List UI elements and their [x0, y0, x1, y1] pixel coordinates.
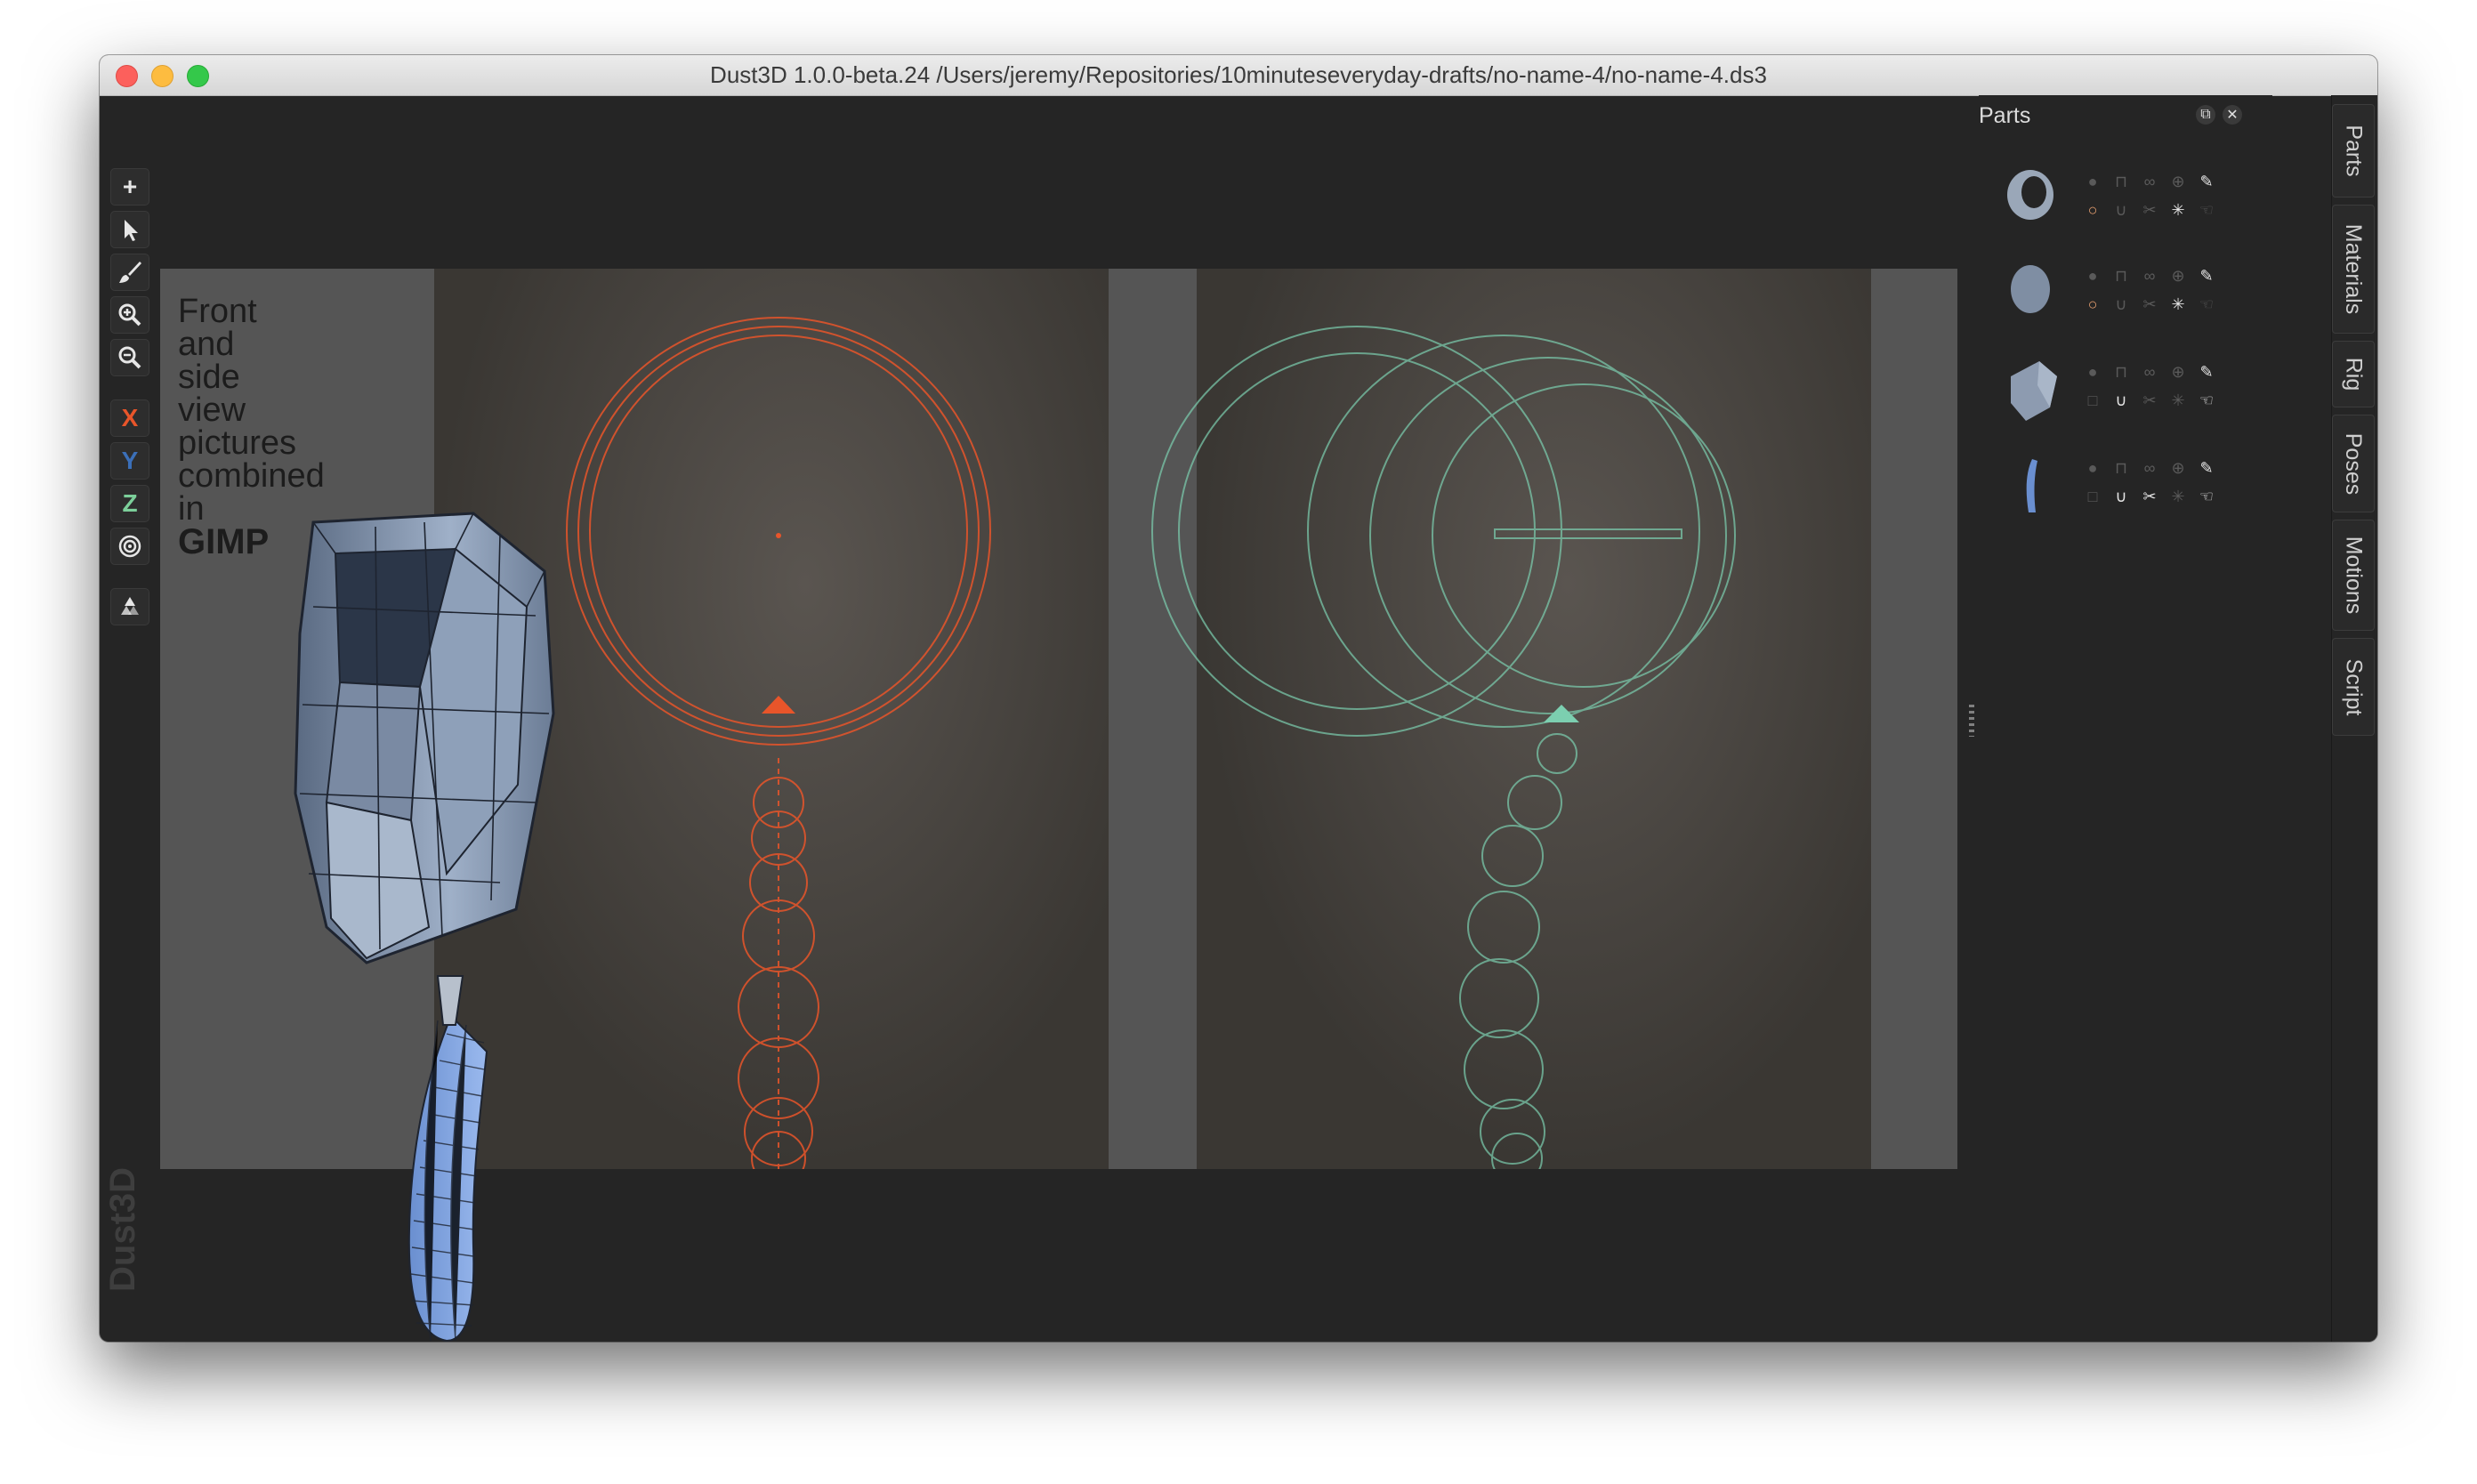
radial-icon	[118, 535, 141, 558]
select-tool-button[interactable]	[110, 211, 149, 248]
x-axis-icon: X	[121, 404, 139, 431]
visibility-eye-icon[interactable]: ●	[2084, 173, 2102, 190]
z-axis-icon: Z	[122, 489, 138, 517]
scissors-icon[interactable]: ✂	[2141, 201, 2158, 219]
handle-part-thumbnail	[2026, 459, 2037, 512]
tab-rig[interactable]: Rig	[2332, 341, 2375, 407]
close-icon: ✕	[2226, 108, 2239, 123]
circle-outline-icon[interactable]: ○	[2084, 201, 2102, 219]
disk-part-thumbnail	[2011, 265, 2050, 313]
side-view-nodes	[1151, 326, 1736, 1169]
visibility-eye-icon[interactable]: ●	[2084, 267, 2102, 285]
float-icon: ⧉	[2200, 107, 2211, 122]
lock-icon[interactable]: ⊓	[2112, 363, 2130, 381]
magnet-icon[interactable]: ∪	[2112, 201, 2130, 219]
radial-mirror-button[interactable]	[110, 528, 149, 565]
color-picker-icon[interactable]: ✎	[2198, 173, 2215, 190]
mirror-icon[interactable]: ⊕	[2169, 459, 2187, 477]
tab-motions[interactable]: Motions	[2332, 520, 2375, 631]
visibility-eye-icon[interactable]: ●	[2084, 459, 2102, 477]
pointer-icon	[125, 220, 138, 241]
visibility-eye-icon[interactable]: ●	[2084, 363, 2102, 381]
lock-icon[interactable]: ⊓	[2112, 173, 2130, 190]
window-title: Dust3D 1.0.0-beta.24 /Users/jeremy/Repos…	[710, 61, 1767, 88]
tab-label: Rig	[2341, 357, 2367, 391]
subdivide-icon[interactable]: ✳	[2169, 391, 2187, 409]
app-window: Dust3D 1.0.0-beta.24 /Users/jeremy/Repos…	[100, 55, 2377, 1342]
panel-splitter[interactable]	[1969, 705, 1974, 737]
subdivide-icon[interactable]: ✳	[2169, 295, 2187, 313]
zoom-in-icon	[118, 303, 141, 327]
color-picker-icon[interactable]: ✎	[2198, 363, 2215, 381]
scissors-icon[interactable]: ✂	[2141, 295, 2158, 313]
lock-icon[interactable]: ⊓	[2112, 459, 2130, 477]
tab-label: Parts	[2341, 125, 2367, 177]
link-icon[interactable]: ∞	[2141, 173, 2158, 190]
square-outline-icon[interactable]: □	[2084, 391, 2102, 409]
square-outline-icon[interactable]: □	[2084, 488, 2102, 505]
tab-label: Motions	[2341, 536, 2367, 615]
tab-materials[interactable]: Materials	[2332, 205, 2375, 334]
side-tab-bar: Parts Materials Rig Poses Motions Script	[2331, 95, 2377, 1342]
part-item[interactable]: ● ⊓ ∞ ⊕ ✎ □ ∪ ✂ ✳ ☜	[1986, 345, 2271, 434]
color-picker-icon[interactable]: ✎	[2198, 459, 2215, 477]
float-panel-button[interactable]: ⧉	[2196, 105, 2215, 125]
tab-label: Materials	[2341, 223, 2367, 315]
part-item[interactable]: ● ⊓ ∞ ⊕ ✎ ○ ∪ ✂ ✳ ☜	[1986, 155, 2271, 244]
mirror-icon[interactable]: ⊕	[2169, 173, 2187, 190]
zoom-in-button[interactable]	[110, 296, 149, 334]
tab-poses[interactable]: Poses	[2332, 415, 2375, 512]
parts-panel-title: Parts	[1979, 103, 2031, 128]
part-item[interactable]: ● ⊓ ∞ ⊕ ✎ ○ ∪ ✂ ✳ ☜	[1986, 249, 2271, 338]
add-node-button[interactable]: +	[110, 168, 149, 206]
z-axis-button[interactable]: Z	[110, 485, 149, 522]
y-axis-button[interactable]: Y	[110, 442, 149, 480]
tab-script[interactable]: Script	[2332, 638, 2375, 736]
zoom-out-icon	[118, 346, 141, 369]
part-item[interactable]: ● ⊓ ∞ ⊕ ✎ □ ∪ ✂ ✳ ☜	[1986, 441, 2271, 530]
brush-icon	[119, 262, 141, 283]
tab-parts[interactable]: Parts	[2332, 104, 2375, 198]
hand-icon[interactable]: ☜	[2198, 391, 2215, 409]
circle-outline-icon[interactable]: ○	[2084, 295, 2102, 313]
cube-part-thumbnail	[2011, 361, 2057, 421]
link-icon[interactable]: ∞	[2141, 363, 2158, 381]
color-picker-icon[interactable]: ✎	[2198, 267, 2215, 285]
subdivide-icon[interactable]: ✳	[2169, 488, 2187, 505]
zoom-out-button[interactable]	[110, 339, 149, 376]
model-preview[interactable]	[233, 500, 785, 1342]
y-axis-icon: Y	[121, 447, 139, 474]
hand-icon[interactable]: ☜	[2198, 488, 2215, 505]
link-icon[interactable]: ∞	[2141, 267, 2158, 285]
tab-label: Script	[2341, 658, 2367, 715]
magnet-icon[interactable]: ∪	[2112, 295, 2130, 313]
dust3d-watermark: Dust3D	[103, 1166, 142, 1292]
ring-part-thumbnail	[2007, 170, 2053, 220]
mirror-icon[interactable]: ⊕	[2169, 363, 2187, 381]
hand-icon[interactable]: ☜	[2198, 295, 2215, 313]
mirror-icon[interactable]: ⊕	[2169, 267, 2187, 285]
scissors-icon[interactable]: ✂	[2141, 488, 2158, 505]
recycle-icon	[121, 597, 139, 615]
regenerate-button[interactable]	[110, 588, 149, 625]
tab-label: Poses	[2341, 432, 2367, 495]
plus-icon: +	[122, 173, 138, 200]
lock-icon[interactable]: ⊓	[2112, 267, 2130, 285]
magnet-icon[interactable]: ∪	[2112, 488, 2130, 505]
x-axis-button[interactable]: X	[110, 399, 149, 437]
scissors-icon[interactable]: ✂	[2141, 391, 2158, 409]
paint-tool-button[interactable]	[110, 254, 149, 291]
title-bar: Dust3D 1.0.0-beta.24 /Users/jeremy/Repos…	[100, 55, 2377, 96]
close-panel-button[interactable]: ✕	[2223, 105, 2242, 125]
link-icon[interactable]: ∞	[2141, 459, 2158, 477]
magnet-icon[interactable]: ∪	[2112, 391, 2130, 409]
subdivide-icon[interactable]: ✳	[2169, 201, 2187, 219]
hand-icon[interactable]: ☜	[2198, 201, 2215, 219]
